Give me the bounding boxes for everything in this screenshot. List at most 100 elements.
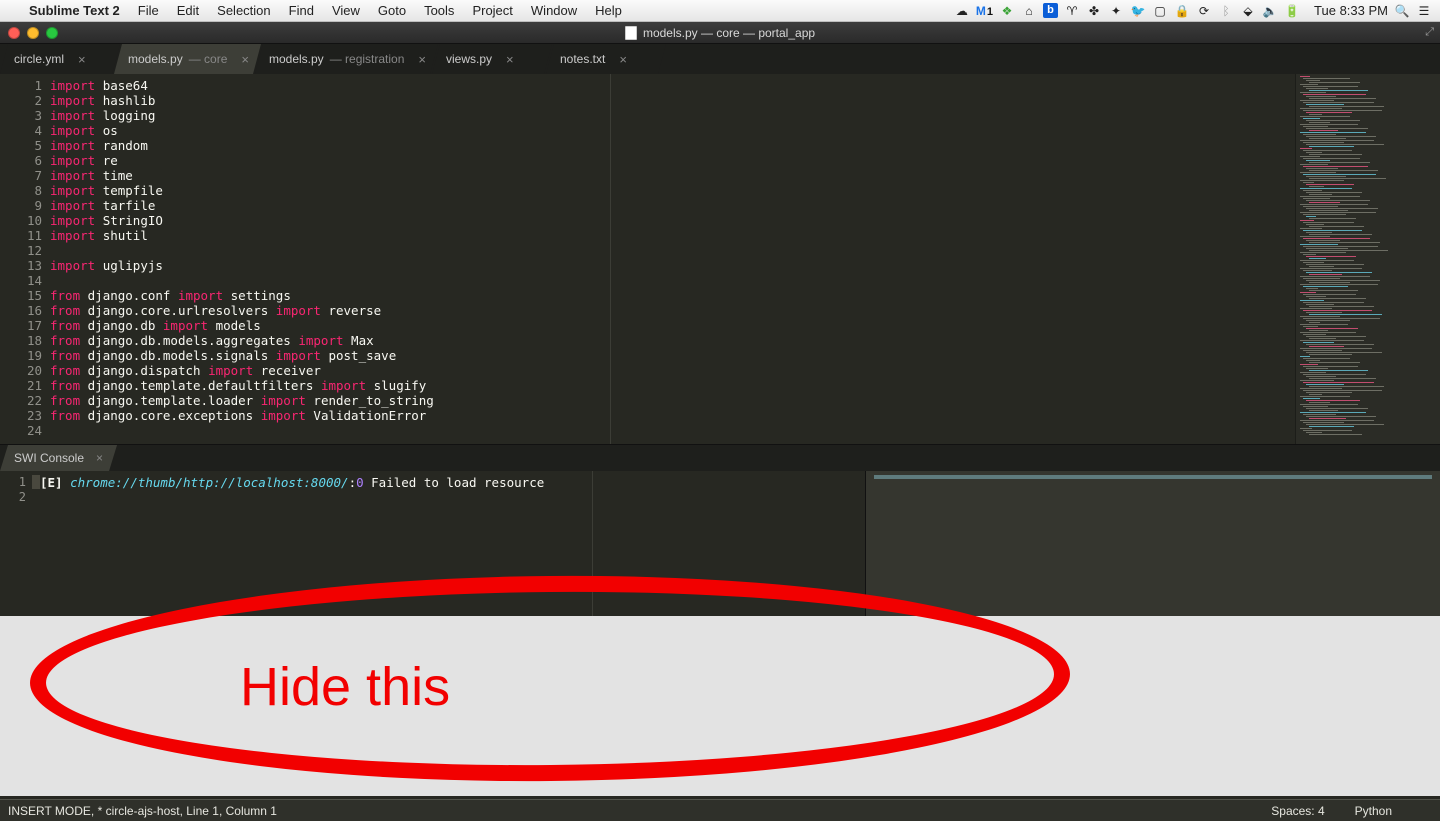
minimap-stroke: [1306, 184, 1354, 185]
menu-window[interactable]: Window: [522, 3, 586, 18]
line-number: 5: [0, 138, 42, 153]
sync-icon[interactable]: ⟳: [1196, 4, 1212, 18]
b-app-icon[interactable]: b: [1043, 3, 1058, 18]
minimap-stroke: [1303, 390, 1382, 391]
aries-icon[interactable]: ♈︎: [1064, 4, 1080, 18]
minimap-stroke: [1300, 380, 1334, 381]
status-left: INSERT MODE, * circle-ajs-host, Line 1, …: [8, 804, 277, 818]
menu-view[interactable]: View: [323, 3, 369, 18]
minimap-stroke: [1303, 238, 1370, 239]
minimap-stroke: [1309, 402, 1330, 403]
minimap-stroke: [1306, 240, 1340, 241]
minimap-stroke: [1306, 232, 1332, 233]
minimap-stroke: [1309, 338, 1336, 339]
battery-icon[interactable]: 🔋: [1284, 4, 1300, 18]
menu-project[interactable]: Project: [463, 3, 521, 18]
minimap-stroke: [1306, 88, 1328, 89]
console-right-pane: [865, 471, 1440, 616]
minimap-stroke: [1306, 360, 1320, 361]
token: from: [50, 318, 88, 333]
token: from: [50, 288, 88, 303]
token: base64: [103, 78, 148, 93]
volume-icon[interactable]: 🔈: [1262, 4, 1278, 18]
menu-file[interactable]: File: [129, 3, 168, 18]
airplay-icon[interactable]: ▢: [1152, 4, 1168, 18]
dropbox-icon[interactable]: ❖: [999, 4, 1015, 18]
home-icon[interactable]: ⌂: [1021, 4, 1037, 18]
close-icon[interactable]: ×: [619, 52, 627, 67]
code-line: import shutil: [50, 228, 1295, 243]
line-number: 9: [0, 198, 42, 213]
minimap-stroke: [1303, 182, 1314, 183]
token: import: [50, 183, 103, 198]
menu-tools[interactable]: Tools: [415, 3, 463, 18]
close-icon[interactable]: ×: [96, 451, 103, 465]
code-area[interactable]: 123456789101112131415161718192021222324 …: [0, 74, 1440, 444]
menu-edit[interactable]: Edit: [168, 3, 208, 18]
menu-selection[interactable]: Selection: [208, 3, 279, 18]
token: random: [103, 138, 148, 153]
status-spaces[interactable]: Spaces: 4: [1271, 804, 1324, 818]
code-line: [50, 423, 1295, 438]
close-icon[interactable]: ×: [78, 52, 86, 67]
close-icon[interactable]: ×: [506, 52, 514, 67]
wifi-icon[interactable]: ⬙: [1240, 4, 1256, 18]
minimap-stroke: [1306, 168, 1338, 169]
minimap-stroke: [1309, 290, 1358, 291]
console-colon: :: [349, 475, 357, 490]
status-language[interactable]: Python: [1355, 804, 1432, 818]
minimap-stroke: [1300, 132, 1366, 133]
lock-icon[interactable]: 🔒: [1174, 4, 1190, 18]
close-icon[interactable]: ×: [241, 52, 249, 67]
tab-models-py[interactable]: models.py — core×: [114, 44, 261, 74]
close-icon[interactable]: ×: [418, 52, 426, 67]
minimap-stroke: [1309, 234, 1372, 235]
minimap-stroke: [1309, 138, 1346, 139]
spotlight-icon[interactable]: 🔍: [1394, 4, 1410, 18]
minimap-stroke: [1300, 100, 1334, 101]
line-number: 18: [0, 333, 42, 348]
tab-models-py[interactable]: models.py — registration×: [255, 44, 438, 74]
token: time: [103, 168, 133, 183]
menu-extras-icon[interactable]: ☰: [1416, 4, 1432, 18]
menu-find[interactable]: Find: [280, 3, 323, 18]
minimap-stroke: [1306, 312, 1342, 313]
cloud-icon[interactable]: ☁︎: [954, 4, 970, 18]
console-tab[interactable]: SWI Console ×: [0, 445, 117, 471]
token: re: [103, 153, 118, 168]
menu-help[interactable]: Help: [586, 3, 631, 18]
tab-views-py[interactable]: views.py×: [432, 44, 552, 74]
minimap[interactable]: [1295, 74, 1440, 444]
minimap-stroke: [1309, 354, 1352, 355]
minimap-stroke: [1306, 376, 1336, 377]
minimap-stroke: [1309, 274, 1342, 275]
tab-circle-yml[interactable]: circle.yml ×: [0, 44, 120, 74]
menu-goto[interactable]: Goto: [369, 3, 415, 18]
code-line: from django.template.loader import rende…: [50, 393, 1295, 408]
menubar-clock[interactable]: Tue 8:33 PM: [1306, 3, 1388, 18]
minimap-stroke: [1303, 94, 1366, 95]
minimap-stroke: [1309, 386, 1384, 387]
minimap-stroke: [1309, 242, 1380, 243]
sparkle-icon[interactable]: ✦: [1108, 4, 1124, 18]
minimap-stroke: [1303, 318, 1380, 319]
minimap-stroke: [1300, 156, 1320, 157]
fullscreen-icon[interactable]: ⤢: [1425, 26, 1434, 39]
minimap-stroke: [1300, 236, 1330, 237]
console-tabs: SWI Console ×: [0, 445, 1440, 471]
code-line: import os: [50, 123, 1295, 138]
token: django.template.loader: [88, 393, 261, 408]
twitter-icon[interactable]: 🐦: [1130, 4, 1146, 18]
minimap-stroke: [1300, 188, 1352, 189]
app-menu[interactable]: Sublime Text 2: [20, 3, 129, 18]
line-number: 12: [0, 243, 42, 258]
tab-label: circle.yml: [14, 52, 64, 66]
line-number: 14: [0, 273, 42, 288]
bluetooth-icon[interactable]: ᛒ: [1218, 4, 1234, 18]
gmail-indicator[interactable]: M1: [976, 4, 993, 18]
tab-notes-txt[interactable]: notes.txt×: [546, 44, 666, 74]
line-number: 4: [0, 123, 42, 138]
code-text[interactable]: import base64import hashlibimport loggin…: [50, 74, 1295, 444]
evernote-icon[interactable]: ✤: [1086, 4, 1102, 18]
token: import: [276, 348, 329, 363]
